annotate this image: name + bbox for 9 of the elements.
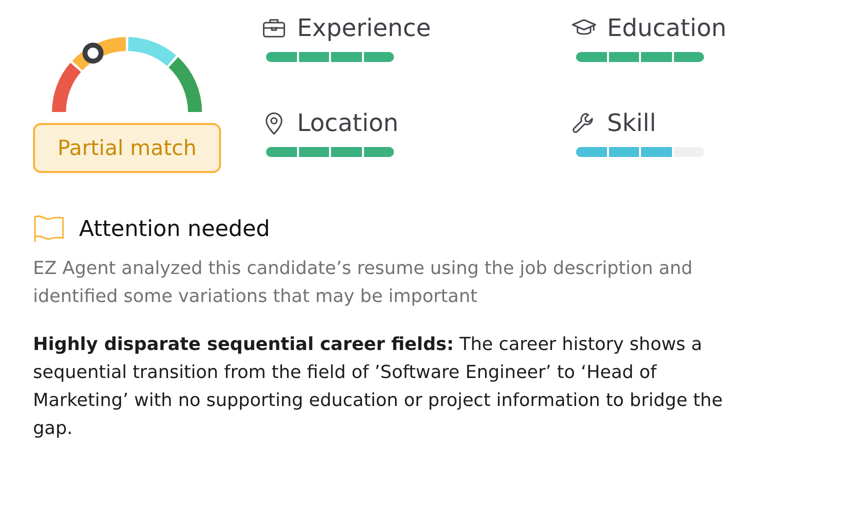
match-badge: Partial match (33, 123, 221, 173)
attention-title: Attention needed (79, 216, 270, 242)
finding-text: Highly disparate sequential career fields: The career history shows a sequential transition from the field of ’Software Engineer’ to ‘Head of Marketing’ with no supporting education or project information to bridge the gap. (33, 333, 724, 441)
summary-text: EZ Agent analyzed this candidate’s resume using the job description and identified some variations that may be important (33, 257, 694, 309)
criterion-label: Skill (607, 108, 656, 136)
flag-icon (33, 215, 65, 243)
criterion-label: Education (607, 14, 726, 42)
criterion-label: Location (297, 108, 399, 136)
criterion-label: Experience (297, 14, 431, 42)
